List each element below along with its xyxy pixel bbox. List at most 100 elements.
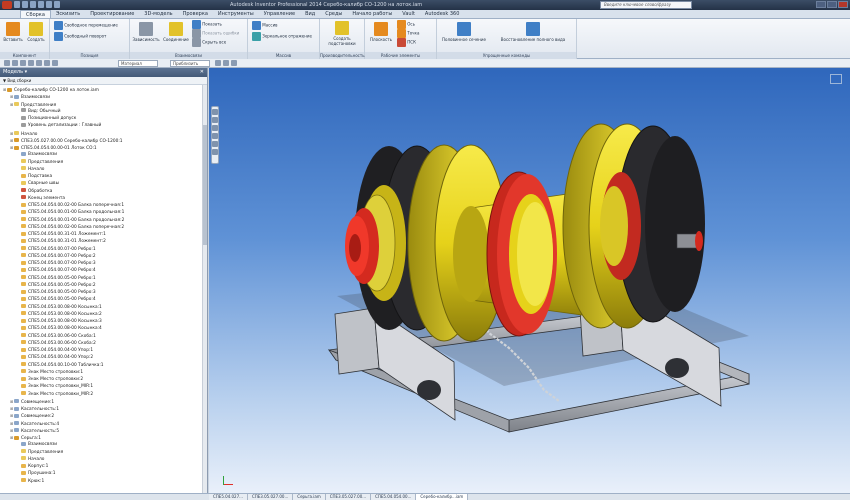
restore-view-button[interactable]: Восстановление полного вида bbox=[493, 22, 573, 42]
tree-node[interactable]: Знак Место строповки:2 bbox=[0, 376, 207, 383]
tree-node[interactable]: Проушина:1 bbox=[0, 470, 207, 477]
tree-node[interactable]: ⊞ Серебо-калибр СО-1200 на лоток.iam bbox=[0, 86, 207, 93]
save-icon[interactable] bbox=[20, 60, 26, 66]
tree-node[interactable]: ⊞ СПЕ3.05.027.00.00 Серебо-калибр СО-1200… bbox=[0, 137, 207, 144]
help-search-input[interactable]: Введите ключевое слово/фразу bbox=[600, 1, 692, 9]
tree-node[interactable]: СПЕ5.04.054.00.02-00 Балка поперечная:2 bbox=[0, 224, 207, 231]
redo-icon[interactable] bbox=[46, 1, 52, 8]
material-dropdown[interactable]: Материал bbox=[118, 60, 158, 67]
update-icon[interactable] bbox=[52, 60, 58, 66]
show-button[interactable]: Показать bbox=[192, 20, 222, 29]
tree-node[interactable]: Конец элемента bbox=[0, 195, 207, 202]
tree-node[interactable]: Знак Место строповки:1 bbox=[0, 369, 207, 376]
tree-node[interactable]: СПЕ5.04.054.00.31-01 Ложемент:1 bbox=[0, 231, 207, 238]
select-icon[interactable] bbox=[44, 60, 50, 66]
redo-icon[interactable] bbox=[36, 60, 42, 66]
undo-icon[interactable] bbox=[38, 1, 44, 8]
point-button[interactable]: Точка bbox=[397, 29, 419, 38]
tree-node[interactable]: СПЕ5.04.054.00.01-00 Балка продольная:2 bbox=[0, 217, 207, 224]
filter-icon[interactable]: ▼ bbox=[3, 78, 6, 83]
tree-node[interactable]: Крюк:1 bbox=[0, 478, 207, 485]
right-flange-assembly[interactable] bbox=[562, 123, 705, 329]
ribbon-tab[interactable]: 3D-модель bbox=[139, 10, 177, 18]
new-icon[interactable] bbox=[14, 1, 20, 8]
browser-filter[interactable]: ▼ Вид сборки bbox=[0, 77, 207, 85]
tree-node[interactable]: СПЕ5.04.054.00.05-00 Ребро:4 bbox=[0, 296, 207, 303]
tree-node[interactable]: СПЕ5.04.054.00.07-00 Ребро:3 bbox=[0, 260, 207, 267]
document-tab[interactable]: СПЕ5.04.054.00... bbox=[371, 494, 417, 500]
tree-node[interactable]: Знак Место строповки_MIR:1 bbox=[0, 383, 207, 390]
ribbon-tab[interactable]: Управление bbox=[259, 10, 300, 18]
ribbon-tab[interactable]: Вид bbox=[300, 10, 320, 18]
tree-node[interactable]: СПЕ5.04.054.00.07-00 Ребро:1 bbox=[0, 246, 207, 253]
document-tab[interactable]: СПЕ3.05.027.00... bbox=[247, 494, 294, 500]
tree-node[interactable]: Обработка bbox=[0, 188, 207, 195]
ribbon-tab[interactable]: Проверка bbox=[178, 10, 213, 18]
tree-node[interactable]: ⊞ Начало bbox=[0, 130, 207, 137]
open-icon[interactable] bbox=[12, 60, 18, 66]
ribbon-tab[interactable]: Проектирование bbox=[85, 10, 139, 18]
measure-icon[interactable] bbox=[223, 60, 229, 66]
parameters-icon[interactable] bbox=[231, 60, 237, 66]
tree-node[interactable]: Взаимосвязи bbox=[0, 441, 207, 448]
tree-node[interactable]: СПЕ5.04.054.00.10-00 Табличка:1 bbox=[0, 362, 207, 369]
axis-button[interactable]: Ось bbox=[397, 20, 415, 29]
ribbon-tab[interactable]: Эскизить bbox=[51, 10, 85, 18]
tree-node[interactable]: СПЕ5.04.054.00.02-00 Балка поперечная:1 bbox=[0, 202, 207, 209]
free-move-button[interactable]: Свободное перемещение bbox=[54, 21, 118, 30]
tree-node[interactable]: СПЕ5.04.054.00.07-00 Ребро:2 bbox=[0, 253, 207, 260]
tree-node[interactable]: ⊞ Совмещение:1 bbox=[0, 398, 207, 405]
scroll-thumb[interactable] bbox=[203, 125, 207, 245]
tree-node[interactable]: СПЕ5.04.053.00.06-00 Скоба:1 bbox=[0, 333, 207, 340]
assemble-button[interactable]: Соединение bbox=[162, 22, 190, 42]
mirror-button[interactable]: Зеркальное отражение bbox=[252, 32, 312, 41]
assembly-model[interactable] bbox=[209, 68, 850, 493]
tree-node[interactable]: Представления bbox=[0, 449, 207, 456]
save-icon[interactable] bbox=[30, 1, 36, 8]
application-menu-button[interactable] bbox=[2, 1, 12, 9]
tree-node[interactable]: СПЕ5.04.053.00.08-00 Косынка:3 bbox=[0, 318, 207, 325]
tree-node[interactable]: СПЕ5.04.054.00.04-00 Упор:1 bbox=[0, 347, 207, 354]
ucs-button[interactable]: ПСК bbox=[397, 38, 416, 47]
tree-node[interactable]: Начало bbox=[0, 166, 207, 173]
tree-node[interactable]: ⊞ Совмещение:2 bbox=[0, 412, 207, 419]
minimize-button[interactable] bbox=[816, 1, 826, 8]
tree-node[interactable]: ⊞ СПЕ5.04.054.00.00-01 Лоток СО:1 bbox=[0, 144, 207, 151]
ribbon-tab[interactable]: Vault bbox=[397, 10, 420, 18]
tree-node[interactable]: СПЕ5.04.054.00.05-00 Ребро:1 bbox=[0, 275, 207, 282]
center-brake-ring[interactable] bbox=[486, 171, 557, 337]
tree-node[interactable]: ⊞ Серьга:1 bbox=[0, 434, 207, 441]
print-icon[interactable] bbox=[54, 1, 60, 8]
tree-node[interactable]: СПЕ5.04.054.00.04-00 Упор:2 bbox=[0, 354, 207, 361]
maximize-button[interactable] bbox=[827, 1, 837, 8]
tree-node[interactable]: СПЕ5.04.053.00.08-00 Косынка:1 bbox=[0, 304, 207, 311]
graphics-viewport[interactable] bbox=[209, 68, 850, 493]
plane-button[interactable]: Плоскость bbox=[369, 22, 393, 42]
tree-node[interactable]: Подставка bbox=[0, 173, 207, 180]
document-tab[interactable]: Серьга.iam bbox=[293, 494, 326, 500]
tree-node[interactable]: Вид: Обычный bbox=[0, 108, 207, 115]
ribbon-tab[interactable]: Autodesk 360 bbox=[420, 10, 465, 18]
constrain-button[interactable]: Зависимость bbox=[132, 22, 160, 42]
replace-button[interactable]: Создать подстановки bbox=[322, 21, 362, 46]
create-button[interactable]: Создать bbox=[26, 22, 46, 42]
insert-button[interactable]: Вставить bbox=[3, 22, 23, 42]
show-sick-button[interactable]: Показать ошибки bbox=[192, 29, 239, 38]
pattern-button[interactable]: Массив bbox=[252, 21, 278, 30]
tree-node[interactable]: Начало bbox=[0, 456, 207, 463]
free-rotate-button[interactable]: Свободный поворот bbox=[54, 32, 106, 41]
half-section-button[interactable]: Половинное сечение bbox=[439, 22, 489, 42]
tree-node[interactable]: СПЕ5.04.053.00.06-00 Скоба:2 bbox=[0, 340, 207, 347]
tree-node[interactable]: СПЕ5.04.054.00.05-00 Ребро:3 bbox=[0, 289, 207, 296]
ribbon-tab[interactable]: Инструменты bbox=[213, 10, 259, 18]
browser-scrollbar[interactable] bbox=[202, 85, 207, 493]
tree-node[interactable]: ⊞ Взаимосвязи bbox=[0, 93, 207, 100]
tree-node[interactable]: Представления bbox=[0, 159, 207, 166]
appearance-dropdown[interactable]: Приблизить bbox=[170, 60, 210, 67]
browser-close-icon[interactable]: ✕ bbox=[200, 68, 204, 77]
tree-node[interactable]: СПЕ5.04.054.00.05-00 Ребро:2 bbox=[0, 282, 207, 289]
document-tab[interactable]: СПЕ5.04.027... bbox=[209, 494, 248, 500]
tree-node[interactable]: Сварные швы bbox=[0, 180, 207, 187]
tree-node[interactable]: СПЕ5.04.053.00.08-00 Косынка:4 bbox=[0, 325, 207, 332]
ribbon-tab[interactable]: Сборка bbox=[20, 10, 51, 18]
